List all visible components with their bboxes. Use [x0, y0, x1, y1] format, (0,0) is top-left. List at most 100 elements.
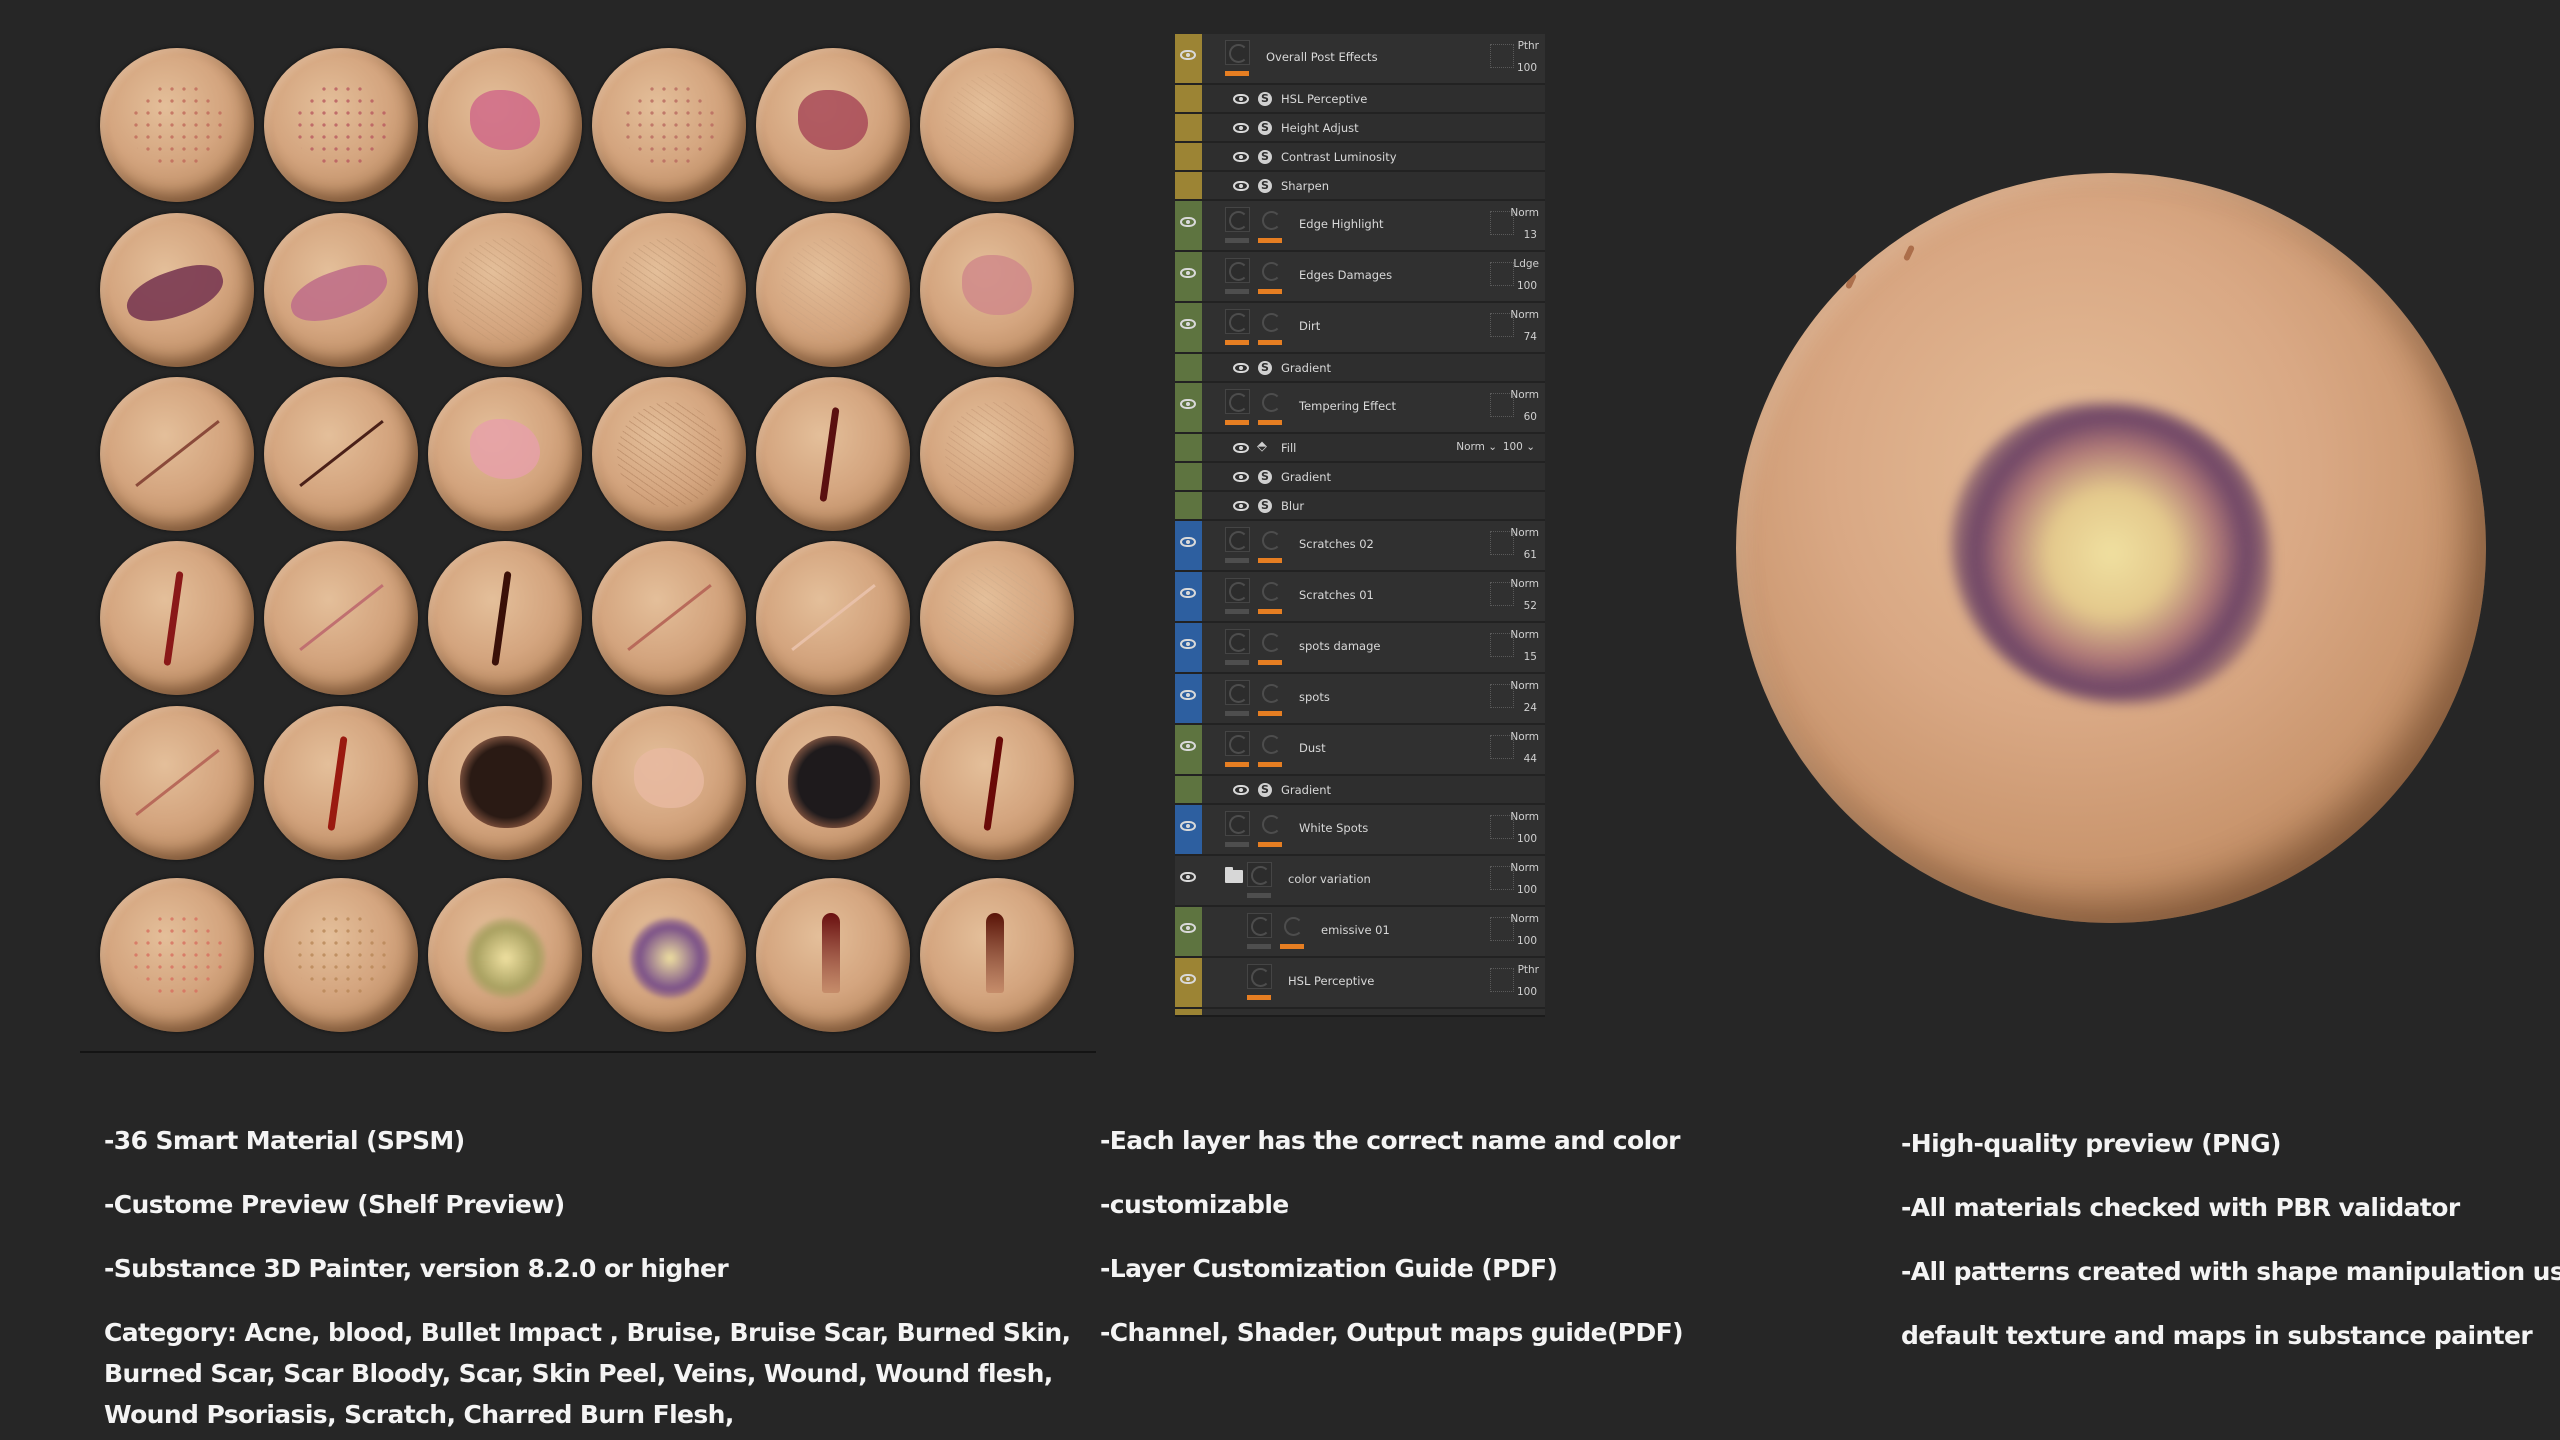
- material-sphere[interactable]: [592, 541, 746, 695]
- opacity-value[interactable]: 74: [1524, 331, 1537, 343]
- material-sphere[interactable]: [428, 706, 582, 860]
- mask-thumbnail[interactable]: [1258, 811, 1283, 836]
- material-sphere[interactable]: [920, 878, 1074, 1032]
- blend-mode-dropdown[interactable]: Norm ⌄: [1456, 441, 1497, 453]
- opacity-value[interactable]: 100: [1517, 884, 1537, 896]
- opacity-value[interactable]: 13: [1524, 229, 1537, 241]
- blend-mode-label[interactable]: Norm: [1510, 207, 1539, 219]
- opacity-value[interactable]: 100: [1517, 62, 1537, 74]
- visibility-eye-icon[interactable]: [1233, 501, 1249, 511]
- material-sphere[interactable]: [264, 48, 418, 202]
- visibility-eye-icon[interactable]: [1180, 974, 1196, 984]
- material-sphere[interactable]: [428, 48, 582, 202]
- mask-thumbnail[interactable]: [1258, 207, 1283, 232]
- layer-thumbnail[interactable]: [1247, 913, 1272, 938]
- layer-thumbnail[interactable]: [1225, 731, 1250, 756]
- material-sphere[interactable]: [756, 878, 910, 1032]
- layer-row[interactable]: Scratches 01 Norm 52: [1175, 572, 1545, 623]
- visibility-eye-icon[interactable]: [1180, 217, 1196, 227]
- visibility-eye-icon[interactable]: [1180, 690, 1196, 700]
- material-sphere[interactable]: [592, 48, 746, 202]
- effect-row[interactable]: S Gradient: [1175, 463, 1545, 492]
- opacity-value[interactable]: 100: [1517, 833, 1537, 845]
- visibility-eye-icon[interactable]: [1180, 399, 1196, 409]
- material-sphere[interactable]: [100, 878, 254, 1032]
- opacity-value[interactable]: 60: [1524, 411, 1537, 423]
- layer-row[interactable]: Edges Damages Ldge 100: [1175, 252, 1545, 303]
- mask-thumbnail[interactable]: [1258, 731, 1283, 756]
- opacity-value[interactable]: 44: [1524, 753, 1537, 765]
- material-sphere[interactable]: [592, 213, 746, 367]
- blend-mode-label[interactable]: Norm: [1510, 680, 1539, 692]
- visibility-eye-icon[interactable]: [1180, 50, 1196, 60]
- visibility-eye-icon[interactable]: [1233, 443, 1249, 453]
- mask-thumbnail[interactable]: [1280, 913, 1305, 938]
- opacity-value[interactable]: 100: [1517, 986, 1537, 998]
- material-sphere[interactable]: [920, 706, 1074, 860]
- visibility-eye-icon[interactable]: [1180, 872, 1196, 882]
- material-sphere[interactable]: [428, 377, 582, 531]
- layer-thumbnail[interactable]: [1225, 527, 1250, 552]
- layer-thumbnail[interactable]: [1225, 207, 1250, 232]
- material-sphere[interactable]: [756, 377, 910, 531]
- effect-row[interactable]: S Gradient: [1175, 776, 1545, 805]
- blend-mode-label[interactable]: Norm: [1510, 913, 1539, 925]
- layer-row[interactable]: Overall Post Effects Pthr 100: [1175, 34, 1545, 85]
- material-sphere[interactable]: [264, 878, 418, 1032]
- material-sphere[interactable]: [756, 706, 910, 860]
- layer-row[interactable]: Edge Highlight Norm 13: [1175, 201, 1545, 252]
- effect-row[interactable]: S HSL Perceptive: [1175, 85, 1545, 114]
- material-sphere[interactable]: [756, 48, 910, 202]
- opacity-value[interactable]: 52: [1524, 600, 1537, 612]
- material-sphere[interactable]: [100, 48, 254, 202]
- visibility-eye-icon[interactable]: [1180, 639, 1196, 649]
- mask-thumbnail[interactable]: [1258, 389, 1283, 414]
- visibility-eye-icon[interactable]: [1180, 537, 1196, 547]
- mask-thumbnail[interactable]: [1258, 578, 1283, 603]
- visibility-eye-icon[interactable]: [1233, 152, 1249, 162]
- layer-thumbnail[interactable]: [1247, 964, 1272, 989]
- layer-row[interactable]: HSL Perceptive Pthr 100: [1175, 958, 1545, 1009]
- layer-thumbnail[interactable]: [1225, 629, 1250, 654]
- visibility-eye-icon[interactable]: [1233, 472, 1249, 482]
- effect-row[interactable]: S Blur: [1175, 492, 1545, 521]
- material-sphere[interactable]: [264, 377, 418, 531]
- material-sphere[interactable]: [264, 706, 418, 860]
- visibility-eye-icon[interactable]: [1180, 741, 1196, 751]
- opacity-dropdown[interactable]: 100 ⌄: [1503, 441, 1535, 453]
- layer-row[interactable]: Dust Norm 44: [1175, 725, 1545, 776]
- material-sphere[interactable]: [756, 541, 910, 695]
- effect-row[interactable]: ⬘ Norm ⌄ 100 ⌄ Fill: [1175, 434, 1545, 463]
- visibility-eye-icon[interactable]: [1180, 319, 1196, 329]
- opacity-value[interactable]: 100: [1517, 280, 1537, 292]
- blend-mode-label[interactable]: Ldge: [1513, 258, 1539, 270]
- opacity-value[interactable]: 100: [1517, 935, 1537, 947]
- visibility-eye-icon[interactable]: [1233, 123, 1249, 133]
- effect-row[interactable]: S Sharpen: [1175, 172, 1545, 201]
- mask-thumbnail[interactable]: [1258, 629, 1283, 654]
- layer-row[interactable]: Tempering Effect Norm 60: [1175, 383, 1545, 434]
- layer-thumbnail[interactable]: [1225, 389, 1250, 414]
- layer-thumbnail[interactable]: [1247, 862, 1272, 887]
- layer-row[interactable]: emissive 01 Norm 100: [1175, 907, 1545, 958]
- material-sphere[interactable]: [756, 213, 910, 367]
- mask-slot[interactable]: [1490, 262, 1514, 286]
- opacity-value[interactable]: 61: [1524, 549, 1537, 561]
- layer-row[interactable]: Dirt Norm 74: [1175, 303, 1545, 354]
- visibility-eye-icon[interactable]: [1233, 363, 1249, 373]
- layer-thumbnail[interactable]: [1225, 258, 1250, 283]
- material-sphere[interactable]: [264, 213, 418, 367]
- effect-row[interactable]: S Gradient: [1175, 354, 1545, 383]
- opacity-value[interactable]: 24: [1524, 702, 1537, 714]
- effect-row[interactable]: [1175, 1009, 1545, 1015]
- material-sphere[interactable]: [920, 541, 1074, 695]
- folder-row[interactable]: color variation Norm 100: [1175, 856, 1545, 907]
- material-sphere[interactable]: [920, 377, 1074, 531]
- mask-thumbnail[interactable]: [1258, 527, 1283, 552]
- layer-row[interactable]: spots Norm 24: [1175, 674, 1545, 725]
- material-sphere[interactable]: [592, 706, 746, 860]
- layer-thumbnail[interactable]: [1225, 578, 1250, 603]
- material-sphere[interactable]: [100, 541, 254, 695]
- blend-mode-label[interactable]: Norm: [1510, 309, 1539, 321]
- layer-thumbnail[interactable]: [1225, 40, 1250, 65]
